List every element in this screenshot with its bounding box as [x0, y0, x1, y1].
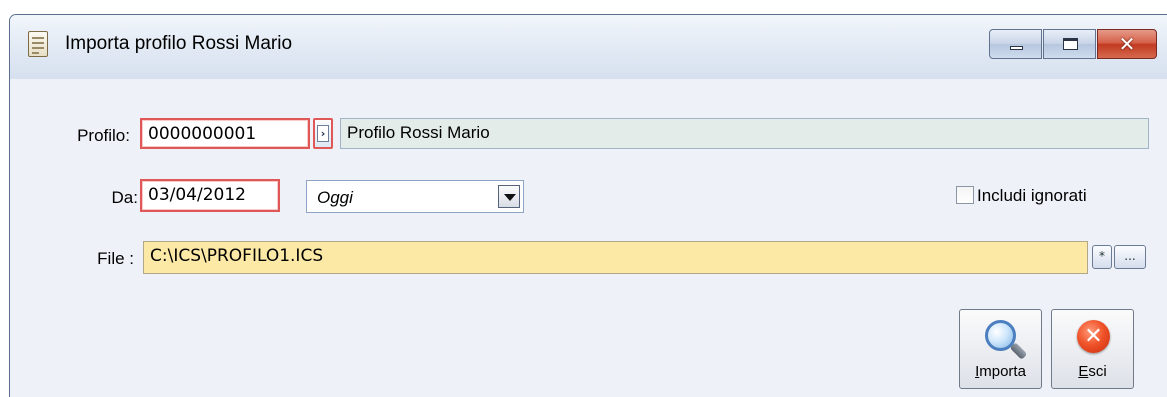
import-profile-window: Importa profilo Rossi Mario ✕ Profilo: 0…: [9, 14, 1167, 397]
da-label: Da:: [111, 188, 138, 207]
close-button[interactable]: ✕: [1097, 29, 1157, 59]
profilo-zoom-button[interactable]: ›: [313, 118, 333, 149]
chevron-down-icon[interactable]: [498, 185, 520, 208]
maximize-button[interactable]: [1043, 29, 1096, 59]
da-period-value: Oggi: [317, 188, 353, 207]
includi-ignorati-label: Includi ignorati: [977, 186, 1087, 205]
chevron-right-icon: ›: [317, 125, 329, 142]
da-date-field[interactable]: 03/04/2012: [140, 179, 280, 212]
importa-button[interactable]: Importa: [959, 309, 1042, 389]
file-path-field[interactable]: C:\ICS\PROFILO1.ICS: [143, 241, 1088, 274]
exit-icon: ✕: [1077, 320, 1110, 353]
esci-button[interactable]: ✕ Esci: [1051, 309, 1134, 389]
minimize-button[interactable]: [989, 29, 1042, 59]
window-title: Importa profilo Rossi Mario: [65, 33, 293, 54]
title-bar[interactable]: Importa profilo Rossi Mario ✕: [10, 15, 1167, 79]
includi-ignorati-checkbox[interactable]: [956, 186, 974, 204]
file-label: File :: [97, 249, 134, 268]
asterisk-button[interactable]: *: [1092, 245, 1112, 269]
profilo-label: Profilo:: [77, 126, 130, 145]
esci-label: Esci: [1078, 363, 1107, 380]
profilo-description-field: Profilo Rossi Mario: [340, 118, 1149, 149]
profilo-code-field[interactable]: 0000000001: [140, 118, 310, 149]
da-period-select[interactable]: Oggi: [306, 180, 524, 213]
importa-label: Importa: [975, 363, 1026, 380]
minimize-icon: [1010, 46, 1023, 50]
dialog-client-area: Profilo: 0000000001 › Profilo Rossi Mari…: [10, 79, 1167, 397]
close-icon: ✕: [1118, 32, 1136, 56]
browse-button[interactable]: ...: [1114, 245, 1146, 269]
maximize-icon: [1063, 38, 1078, 50]
document-icon: [28, 31, 48, 57]
